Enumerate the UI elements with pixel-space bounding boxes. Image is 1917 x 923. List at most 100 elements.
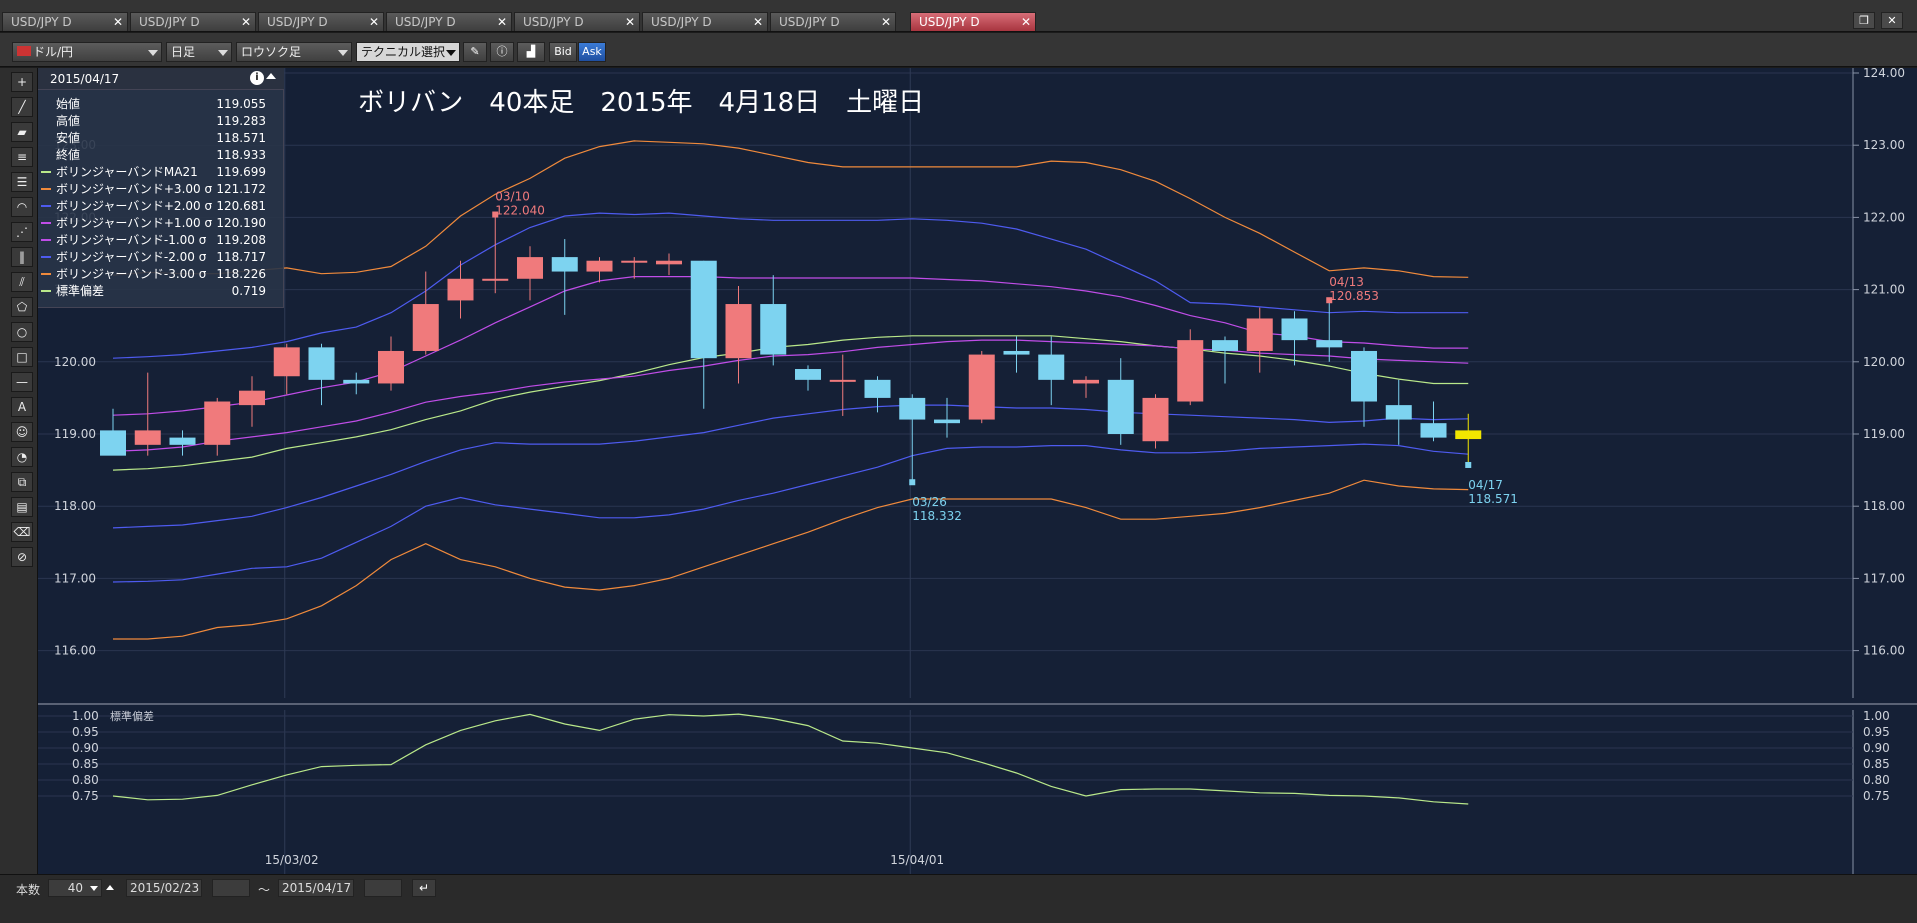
info-row: ボリンジャーバンドMA21 119.699 <box>38 164 284 180</box>
tab-usdjpy-1[interactable]: USD/JPY D ✕ <box>2 12 128 31</box>
tab-usdjpy-5[interactable]: USD/JPY D ✕ <box>514 12 640 31</box>
candle-body <box>1281 318 1308 341</box>
hline-icon[interactable]: — <box>11 372 33 392</box>
ruler-icon[interactable]: ▰ <box>11 122 33 142</box>
close-icon[interactable]: ✕ <box>369 13 379 31</box>
candle-body <box>482 278 509 281</box>
close-window-icon[interactable]: ✕ <box>1881 12 1903 29</box>
info-row-value: 121.172 <box>216 182 266 196</box>
info-row-label: ボリンジャーバンドMA21 <box>56 165 198 179</box>
copy-icon[interactable]: ⧉ <box>11 472 33 492</box>
sub-y-tick-label: 0.90 <box>1863 741 1890 755</box>
candle-body <box>1212 340 1238 351</box>
trendline-icon[interactable]: ╱ <box>11 97 33 117</box>
candle-body <box>412 304 439 351</box>
series-swatch <box>41 273 51 275</box>
info-row: ボリンジャーバンド-2.00 σ 118.717 <box>38 249 284 265</box>
annotation-marker <box>909 479 916 486</box>
candle-body <box>1107 379 1134 434</box>
range-bar: 本数 40 2015/02/23 ～ 2015/04/17 ↵ <box>0 874 1917 900</box>
info-icon[interactable]: ⓘ <box>490 42 514 62</box>
series-swatch <box>41 171 51 173</box>
pentagon-icon[interactable]: ⬠ <box>11 297 33 317</box>
tab-label: USD/JPY D <box>919 15 980 29</box>
info-row-label: 標準偏差 <box>56 284 105 298</box>
series-swatch <box>41 222 51 224</box>
candle-body <box>100 430 126 456</box>
clear-icon[interactable]: ⊘ <box>11 547 33 567</box>
sub-y-tick-label-left: 1.00 <box>72 709 99 723</box>
arc-icon[interactable]: ◠ <box>11 197 33 217</box>
close-icon[interactable]: ✕ <box>113 13 123 31</box>
eraser-icon[interactable]: ⌫ <box>11 522 33 542</box>
tab-usdjpy-8-active[interactable]: USD/JPY D ✕ <box>910 12 1036 31</box>
stamp-icon[interactable]: ☺ <box>11 422 33 442</box>
bid-button[interactable]: Bid <box>549 42 577 62</box>
sub-y-tick-label-left: 0.80 <box>72 773 99 787</box>
circle-icon[interactable]: ○ <box>11 322 33 342</box>
tab-usdjpy-7[interactable]: USD/JPY D ✕ <box>770 12 896 31</box>
chevron-down-icon[interactable] <box>90 886 98 891</box>
currency-pair-select[interactable]: ドル/円 <box>12 42 162 62</box>
info-row-label: 高値 <box>56 114 81 128</box>
candle-body <box>239 390 265 406</box>
tab-usdjpy-6[interactable]: USD/JPY D ✕ <box>642 12 768 31</box>
period-select[interactable]: 日足 <box>166 42 232 62</box>
info-row: 安値 118.571 <box>38 130 284 146</box>
tab-usdjpy-2[interactable]: USD/JPY D ✕ <box>130 12 256 31</box>
to-date-input[interactable]: 2015/04/17 <box>278 879 354 897</box>
info-date: 2015/04/17 <box>50 72 120 86</box>
chart-type-select[interactable]: ロウソク足 <box>236 42 352 62</box>
rectangle-icon[interactable]: □ <box>11 347 33 367</box>
fan-icon[interactable]: ⋰ <box>11 222 33 242</box>
apply-range-icon[interactable]: ↵ <box>412 879 436 897</box>
magnet-icon[interactable]: ◔ <box>11 447 33 467</box>
info-row-label: 終値 <box>56 148 81 162</box>
info-row-label: ボリンジャーバンド+2.00 σ <box>56 199 213 213</box>
y-tick-label: 121.00 <box>1863 283 1905 297</box>
info-row-value: 118.571 <box>216 131 266 145</box>
info-header: 2015/04/17 i <box>38 68 284 90</box>
chart-area[interactable]: 124.00124.00123.00123.00122.00122.00121.… <box>38 68 1917 874</box>
ask-button[interactable]: Ask <box>578 42 606 62</box>
tab-label: USD/JPY D <box>11 15 72 29</box>
fibonacci-icon[interactable]: ☰ <box>11 172 33 192</box>
candle-body <box>968 354 995 420</box>
text-icon[interactable]: A <box>11 397 33 417</box>
volume-icon[interactable]: ▟ <box>517 42 545 62</box>
from-time-input[interactable] <box>212 879 250 897</box>
to-time-input[interactable] <box>364 879 402 897</box>
close-icon[interactable]: ✕ <box>881 13 891 31</box>
candle-body <box>586 260 613 272</box>
chevron-up-icon[interactable] <box>106 885 114 890</box>
close-icon[interactable]: ✕ <box>625 13 635 31</box>
channel-icon[interactable]: ⫽ <box>11 272 33 292</box>
close-icon[interactable]: ✕ <box>753 13 763 31</box>
info-row: ボリンジャーバンド+3.00 σ 121.172 <box>38 181 284 197</box>
close-icon[interactable]: ✕ <box>497 13 507 31</box>
from-date-input[interactable]: 2015/02/23 <box>126 879 202 897</box>
sub-y-tick-label-left: 0.75 <box>72 789 99 803</box>
info-panel: 2015/04/17 i 始値 119.055 高値 119.283 安値 118.571… <box>38 68 284 308</box>
candle-body <box>1003 350 1030 355</box>
tab-usdjpy-4[interactable]: USD/JPY D ✕ <box>386 12 512 31</box>
hlines-icon[interactable]: ≡ <box>11 147 33 167</box>
collapse-icon[interactable] <box>266 73 276 79</box>
layers-icon[interactable]: ▤ <box>11 497 33 517</box>
series-swatch <box>41 154 51 156</box>
crosshair-icon[interactable]: + <box>11 72 33 92</box>
candle-body <box>656 260 682 265</box>
annotation-marker <box>1465 461 1472 468</box>
sub-y-tick-label-left: 0.95 <box>72 725 99 739</box>
info-icon[interactable]: i <box>250 71 264 85</box>
tab-usdjpy-3[interactable]: USD/JPY D ✕ <box>258 12 384 31</box>
vlines-icon[interactable]: ‖ <box>11 247 33 267</box>
close-icon[interactable]: ✕ <box>241 13 251 31</box>
technical-select[interactable]: テクニカル選択 <box>356 42 460 62</box>
restore-window-icon[interactable]: ❐ <box>1853 12 1875 29</box>
candle-body <box>1316 340 1343 348</box>
chevron-down-icon <box>446 50 456 56</box>
info-row-label: ボリンジャーバンド-3.00 σ <box>56 267 207 281</box>
pen-icon[interactable]: ✎ <box>463 42 487 62</box>
close-icon[interactable]: ✕ <box>1021 13 1031 31</box>
